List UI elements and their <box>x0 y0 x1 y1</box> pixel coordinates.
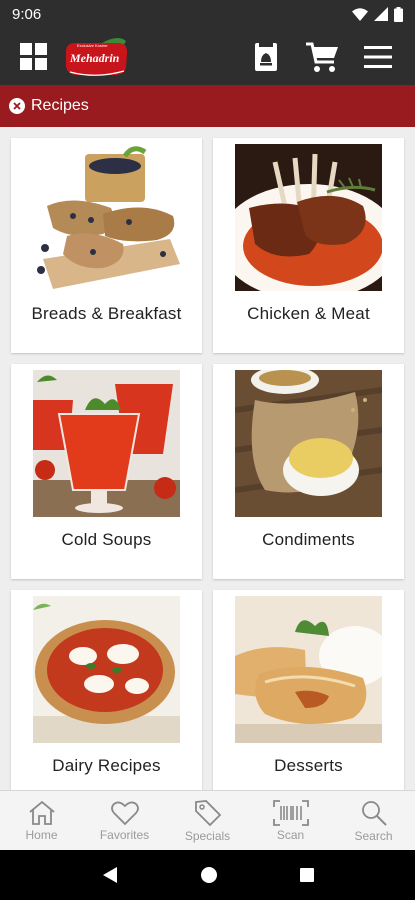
grid-menu-button[interactable] <box>14 38 52 76</box>
breadcrumb-label: Recipes <box>31 97 89 114</box>
home-circle-icon[interactable] <box>200 866 218 884</box>
category-label: Condiments <box>262 530 355 549</box>
logo-text: Mehadrin <box>70 50 120 65</box>
app-bar: Exclusive Kosher Mehadrin <box>0 28 415 85</box>
close-icon <box>13 102 21 110</box>
category-label: Chicken & Meat <box>247 304 370 323</box>
heart-icon <box>110 801 139 825</box>
nav-label: Scan <box>276 827 305 842</box>
nav-specials[interactable]: Specials <box>166 791 249 850</box>
nav-scan[interactable]: Scan <box>249 791 332 850</box>
mehadrin-logo[interactable]: Exclusive Kosher Mehadrin <box>64 35 130 79</box>
nav-search[interactable]: Search <box>332 791 415 850</box>
cart-icon <box>306 42 338 72</box>
nav-favorites[interactable]: Favorites <box>83 791 166 850</box>
back-icon[interactable] <box>101 866 119 884</box>
grid-icon <box>19 43 47 70</box>
home-icon <box>28 800 55 825</box>
category-card-condiments[interactable]: Condiments <box>213 364 404 579</box>
status-time: 9:06 <box>12 5 42 23</box>
category-card-chicken-meat[interactable]: Chicken & Meat <box>213 138 404 353</box>
wifi-icon <box>352 7 368 21</box>
nav-home[interactable]: Home <box>0 791 83 850</box>
category-image-dairy <box>33 596 180 743</box>
cart-button[interactable] <box>299 34 345 80</box>
close-breadcrumb-icon[interactable] <box>9 98 25 114</box>
recipe-category-grid: Breads & Breakfast Chicken & Meat Cold S… <box>0 127 415 790</box>
category-image-desserts <box>235 596 382 743</box>
barcode-icon <box>272 799 309 826</box>
status-bar: 9:06 <box>0 0 415 28</box>
logo-tagline: Exclusive Kosher <box>77 42 108 48</box>
system-status-icons <box>352 6 403 22</box>
nav-label: Search <box>354 828 393 843</box>
hamburger-icon <box>364 45 392 68</box>
nav-label: Home <box>25 827 58 842</box>
signal-icon <box>374 7 388 21</box>
category-card-breads-breakfast[interactable]: Breads & Breakfast <box>11 138 202 353</box>
category-card-desserts[interactable]: Desserts <box>213 590 404 790</box>
category-card-cold-soups[interactable]: Cold Soups <box>11 364 202 579</box>
breadcrumb: Recipes <box>0 85 415 127</box>
recents-icon[interactable] <box>299 867 315 883</box>
system-navigation-bar <box>0 850 415 900</box>
category-label: Cold Soups <box>61 530 152 549</box>
tag-icon <box>194 799 221 826</box>
category-image-condiments <box>235 370 382 517</box>
category-label: Dairy Recipes <box>52 756 161 775</box>
category-image-meat <box>235 144 382 291</box>
nav-label: Specials <box>184 828 231 843</box>
category-label: Desserts <box>274 756 343 775</box>
bottom-navigation: Home Favorites Specials Scan Search <box>0 790 415 850</box>
search-icon <box>361 800 387 826</box>
category-image-soups <box>33 370 180 517</box>
category-card-dairy-recipes[interactable]: Dairy Recipes <box>11 590 202 790</box>
category-label: Breads & Breakfast <box>31 304 182 323</box>
category-image-breads <box>33 144 180 291</box>
battery-icon <box>394 6 403 22</box>
shopping-list-icon <box>255 42 277 71</box>
shopping-list-button[interactable] <box>243 34 289 80</box>
nav-label: Favorites <box>99 827 150 842</box>
hamburger-menu-button[interactable] <box>355 34 401 80</box>
